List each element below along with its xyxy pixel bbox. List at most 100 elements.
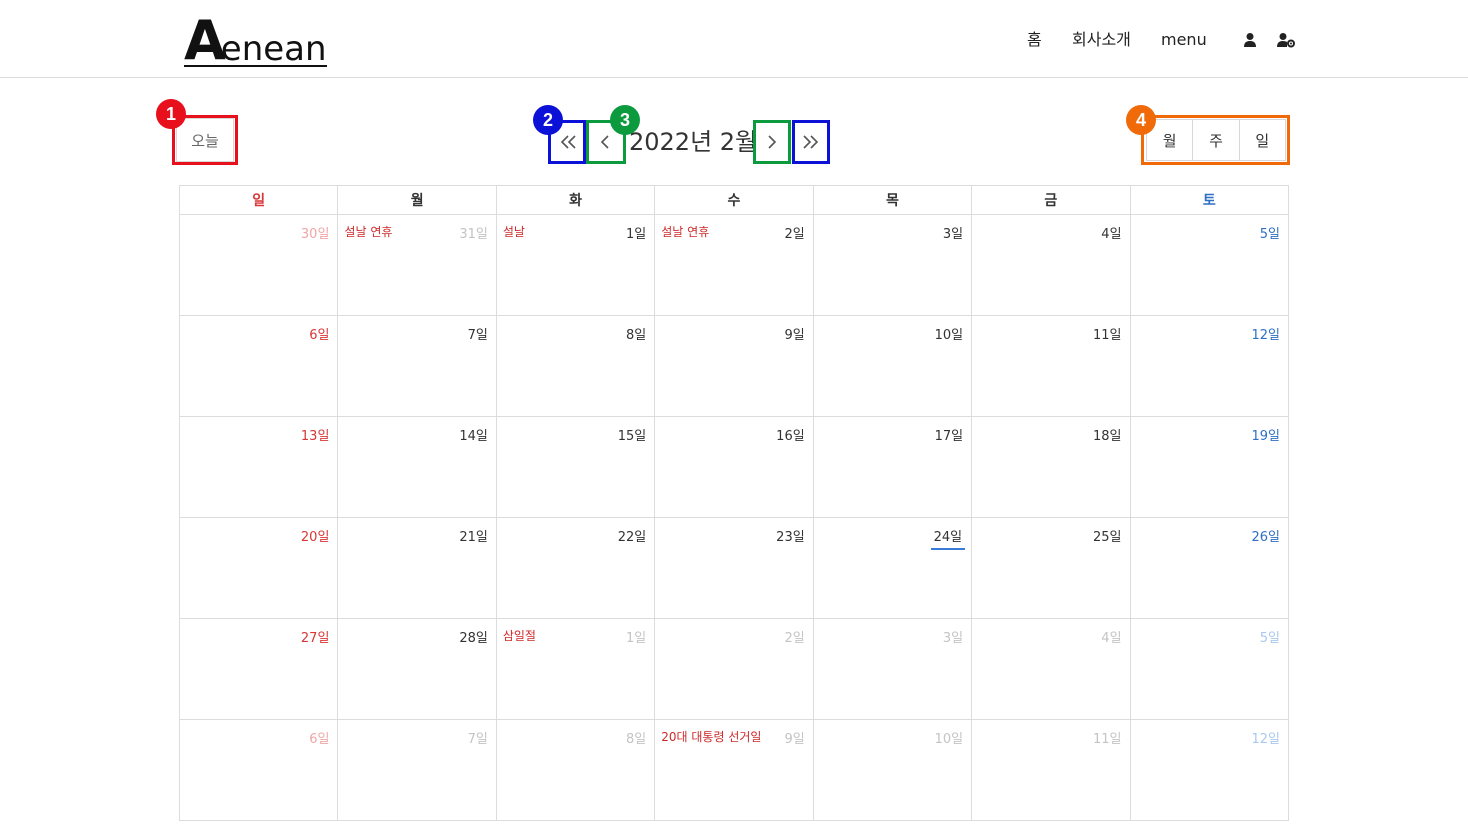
- day-number: 6일: [309, 328, 330, 343]
- day-cell[interactable]: 5일: [1129, 618, 1290, 720]
- day-cell[interactable]: 19일: [1129, 416, 1290, 518]
- day-number: 30일: [300, 227, 330, 242]
- day-number: 9일: [784, 328, 805, 343]
- day-number: 1일: [626, 227, 647, 242]
- day-cell[interactable]: 21일: [337, 517, 497, 619]
- day-number: 28일: [459, 631, 488, 646]
- next-month-button[interactable]: [756, 123, 788, 161]
- day-cell[interactable]: 22일: [495, 517, 656, 619]
- day-cell[interactable]: 23일: [654, 517, 814, 619]
- day-cell[interactable]: 20일: [178, 517, 339, 619]
- week-row: 13일 14일 15일 16일 17일 18일 19일: [178, 416, 1290, 518]
- day-cell[interactable]: 10일: [812, 315, 973, 417]
- nav-home[interactable]: 홈: [1027, 28, 1042, 52]
- day-number: 8일: [626, 732, 647, 747]
- view-week-button[interactable]: 주: [1193, 120, 1240, 160]
- day-cell[interactable]: 1일 설날: [495, 214, 656, 316]
- day-cell[interactable]: 4일: [971, 214, 1131, 316]
- day-cell[interactable]: 25일: [971, 517, 1131, 619]
- day-cell[interactable]: 12일: [1129, 315, 1290, 417]
- day-number: 9일: [784, 732, 805, 747]
- double-chevron-right-icon: [803, 135, 819, 149]
- month-title: 2022년 2월: [629, 128, 758, 156]
- day-cell[interactable]: 11일: [971, 719, 1131, 821]
- user-icon[interactable]: [1242, 32, 1258, 48]
- week-row: 6일 7일 8일 9일 20대 대통령 선거일 10일 11일 12일: [178, 719, 1290, 821]
- holiday-event[interactable]: 설날 연휴: [344, 223, 392, 240]
- day-number: 20일: [300, 530, 330, 545]
- day-cell[interactable]: 1일 삼일절: [495, 618, 656, 720]
- next-year-button[interactable]: [794, 123, 826, 161]
- day-number: 18일: [1093, 429, 1122, 444]
- day-number: 12일: [1251, 732, 1280, 747]
- weekday-wed: 수: [654, 185, 814, 215]
- day-cell[interactable]: 10일: [812, 719, 973, 821]
- day-number: 22일: [617, 530, 647, 545]
- holiday-event[interactable]: 삼일절: [503, 627, 536, 644]
- chevron-right-icon: [768, 135, 777, 149]
- day-number: 6일: [309, 732, 330, 747]
- day-cell[interactable]: 18일: [971, 416, 1131, 518]
- user-settings-icon[interactable]: [1276, 32, 1296, 48]
- day-cell[interactable]: 17일: [812, 416, 973, 518]
- day-number: 23일: [776, 530, 805, 545]
- annotation-badge-4: 4: [1126, 105, 1156, 135]
- main-nav: 홈 회사소개 menu: [0, 28, 1468, 52]
- day-cell[interactable]: 12일: [1129, 719, 1290, 821]
- day-number: 10일: [934, 732, 964, 747]
- holiday-event[interactable]: 설날 연휴: [661, 223, 709, 240]
- day-cell[interactable]: 7일: [337, 315, 497, 417]
- day-cell[interactable]: 11일: [971, 315, 1131, 417]
- day-cell[interactable]: 13일: [178, 416, 339, 518]
- annotation-badge-1: 1: [156, 99, 186, 129]
- day-cell[interactable]: 8일: [495, 315, 656, 417]
- day-cell[interactable]: 3일: [812, 214, 973, 316]
- view-day-button[interactable]: 일: [1240, 120, 1285, 160]
- day-number: 4일: [1101, 631, 1122, 646]
- day-number: 26일: [1251, 530, 1280, 545]
- day-cell[interactable]: 14일: [337, 416, 497, 518]
- day-cell[interactable]: 5일: [1129, 214, 1290, 316]
- day-number: 10일: [934, 328, 964, 343]
- week-row: 27일 28일 1일 삼일절 2일 3일 4일 5일: [178, 618, 1290, 720]
- weekday-header-row: 일 월 화 수 목 금 토: [178, 185, 1290, 215]
- day-number: 8일: [626, 328, 647, 343]
- annotation-badge-3: 3: [610, 105, 640, 135]
- day-cell[interactable]: 31일 설날 연휴: [337, 214, 497, 316]
- day-number: 7일: [467, 328, 488, 343]
- day-cell[interactable]: 28일: [337, 618, 497, 720]
- calendar-body: 30일 31일 설날 연휴 1일 설날 2일 설날 연휴 3일 4일 5일 6일 7일 8일 9일 10일 1…: [178, 214, 1290, 821]
- day-cell[interactable]: 4일: [971, 618, 1131, 720]
- double-chevron-left-icon: [560, 135, 576, 149]
- day-cell[interactable]: 26일: [1129, 517, 1290, 619]
- nav-menu[interactable]: menu: [1161, 28, 1207, 52]
- day-number: 31일: [459, 227, 488, 242]
- holiday-event[interactable]: 설날: [503, 223, 525, 240]
- week-row: 30일 31일 설날 연휴 1일 설날 2일 설날 연휴 3일 4일 5일: [178, 214, 1290, 316]
- nav-about[interactable]: 회사소개: [1072, 28, 1131, 52]
- day-number: 5일: [1259, 631, 1280, 646]
- day-cell[interactable]: 3일: [812, 618, 973, 720]
- day-number: 12일: [1251, 328, 1280, 343]
- day-cell[interactable]: 27일: [178, 618, 339, 720]
- day-cell[interactable]: 8일: [495, 719, 656, 821]
- day-cell[interactable]: 9일: [654, 315, 814, 417]
- view-switcher: 월 주 일: [1146, 119, 1286, 161]
- holiday-event[interactable]: 20대 대통령 선거일: [661, 728, 761, 745]
- day-cell[interactable]: 6일: [178, 315, 339, 417]
- today-button[interactable]: 오늘: [176, 118, 234, 162]
- weekday-sun: 일: [178, 185, 339, 215]
- day-number: 17일: [934, 429, 964, 444]
- weekday-mon: 월: [337, 185, 497, 215]
- day-cell[interactable]: 7일: [337, 719, 497, 821]
- day-cell[interactable]: 2일: [654, 618, 814, 720]
- day-cell[interactable]: 9일 20대 대통령 선거일: [654, 719, 814, 821]
- day-cell[interactable]: 6일: [178, 719, 339, 821]
- day-cell[interactable]: 24일: [812, 517, 973, 619]
- day-cell[interactable]: 15일: [495, 416, 656, 518]
- day-cell[interactable]: 16일: [654, 416, 814, 518]
- day-cell[interactable]: 2일 설날 연휴: [654, 214, 814, 316]
- weekday-thu: 목: [812, 185, 973, 215]
- day-cell[interactable]: 30일: [178, 214, 339, 316]
- week-row: 6일 7일 8일 9일 10일 11일 12일: [178, 315, 1290, 417]
